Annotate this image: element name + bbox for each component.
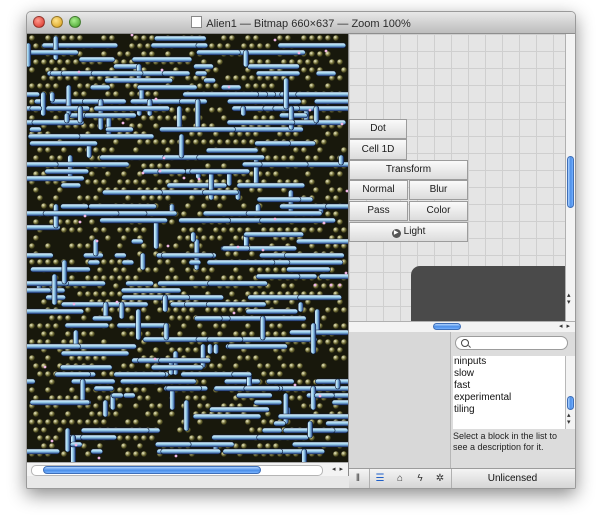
canvas-scroll-thumb[interactable] <box>43 466 261 474</box>
graph-hscroll-arrows[interactable]: ◂ ▸ <box>559 322 571 330</box>
list-scroll-thumb[interactable] <box>567 396 574 410</box>
output-node[interactable] <box>411 266 565 321</box>
block-light[interactable]: ▶ Light <box>349 222 468 242</box>
graph-vscroll-arrows[interactable]: ▴ ▾ <box>567 292 571 306</box>
graph-vertical-scrollbar[interactable]: ▴ ▾ <box>565 34 575 321</box>
gear-icon[interactable]: ✲ <box>433 472 447 486</box>
title-bar[interactable]: Alien1 — Bitmap 660×637 — Zoom 100% <box>27 12 575 34</box>
alien-pattern-render <box>27 34 348 462</box>
columns-icon[interactable]: ‖ <box>351 472 365 486</box>
list-item[interactable]: experimental <box>453 392 565 404</box>
block-light-label: Light <box>403 226 426 237</box>
play-circle-icon: ▶ <box>391 229 401 238</box>
app-window: Alien1 — Bitmap 660×637 — Zoom 100% ◂ ▸ … <box>26 11 576 489</box>
bitmap-document-icon <box>191 16 203 28</box>
canvas-footer <box>27 476 349 488</box>
canvas-horizontal-scrollbar[interactable]: ◂ ▸ <box>27 462 349 477</box>
block-color[interactable]: Color <box>409 201 468 221</box>
window-title-wrap: Alien1 — Bitmap 660×637 — Zoom 100% <box>27 16 575 30</box>
list-vertical-scrollbar[interactable]: ▴ ▾ <box>565 356 575 429</box>
bottom-toolbar: ‖ ☰ ⌂ ϟ ✲ Unlicensed <box>349 468 575 488</box>
graph-vscroll-thumb[interactable] <box>567 156 574 208</box>
list-scroll-arrows[interactable]: ▴ ▾ <box>567 412 571 426</box>
block-description: Select a block in the list to see a desc… <box>453 431 558 452</box>
block-transform[interactable]: Transform <box>349 160 468 180</box>
block-cell-1d[interactable]: Cell 1D <box>349 139 407 160</box>
graph-hscroll-thumb[interactable] <box>433 323 461 330</box>
block-pass[interactable]: Pass <box>349 201 408 221</box>
block-normal[interactable]: Normal <box>349 180 408 200</box>
canvas-scroll-arrows[interactable]: ◂ ▸ <box>332 465 344 473</box>
search-icon <box>461 339 469 347</box>
list-icon[interactable]: ☰ <box>373 472 387 486</box>
bolt-icon[interactable]: ϟ <box>413 472 427 486</box>
bitmap-canvas[interactable] <box>27 34 349 462</box>
library-search-field[interactable] <box>455 336 568 350</box>
house-icon[interactable]: ⌂ <box>393 472 407 486</box>
list-item[interactable]: tiling <box>453 404 565 416</box>
list-item[interactable]: fast <box>453 380 565 392</box>
block-preview-pane <box>349 332 451 468</box>
library-panel: ninputs slow fast experimental tiling ▴ ▾… <box>349 332 575 488</box>
list-item[interactable]: slow <box>453 368 565 380</box>
window-title: Alien1 — Bitmap 660×637 — Zoom 100% <box>206 18 411 30</box>
list-item[interactable]: ninputs <box>453 356 565 368</box>
license-status: Unlicensed <box>487 473 538 484</box>
block-list[interactable]: ninputs slow fast experimental tiling <box>453 356 565 429</box>
block-blur[interactable]: Blur <box>409 180 468 200</box>
block-dot[interactable]: Dot <box>349 119 407 139</box>
toolbar-divider <box>369 469 370 488</box>
